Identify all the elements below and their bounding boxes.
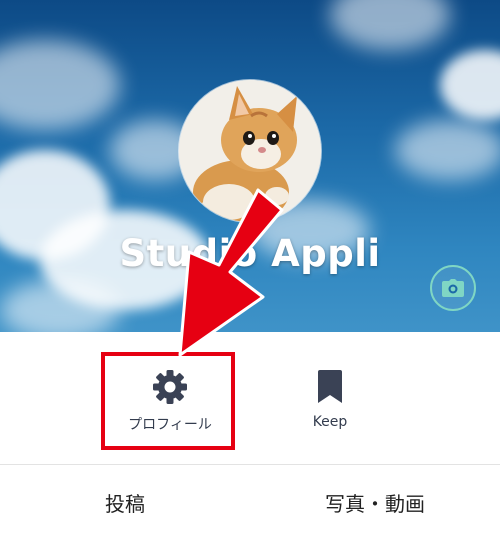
avatar[interactable]: [179, 80, 321, 222]
bookmark-icon: [317, 370, 343, 404]
tab-photos-videos[interactable]: 写真・動画: [250, 465, 500, 540]
cloud: [440, 50, 500, 120]
keep-label: Keep: [312, 414, 348, 430]
kitten-photo: [179, 80, 321, 222]
cloud: [395, 120, 500, 180]
profile-actions: プロフィール Keep: [0, 332, 500, 464]
cloud: [0, 280, 120, 332]
profile-name: Studio Appli: [119, 232, 381, 275]
annotation-highlight-box: [101, 352, 235, 450]
cloud: [0, 40, 120, 130]
tab-posts[interactable]: 投稿: [15, 465, 235, 540]
camera-icon: [442, 279, 464, 297]
camera-button[interactable]: [430, 265, 476, 311]
keep-button[interactable]: Keep: [250, 332, 410, 464]
cloud: [330, 0, 450, 50]
profile-tabs: 投稿 写真・動画: [0, 465, 500, 540]
